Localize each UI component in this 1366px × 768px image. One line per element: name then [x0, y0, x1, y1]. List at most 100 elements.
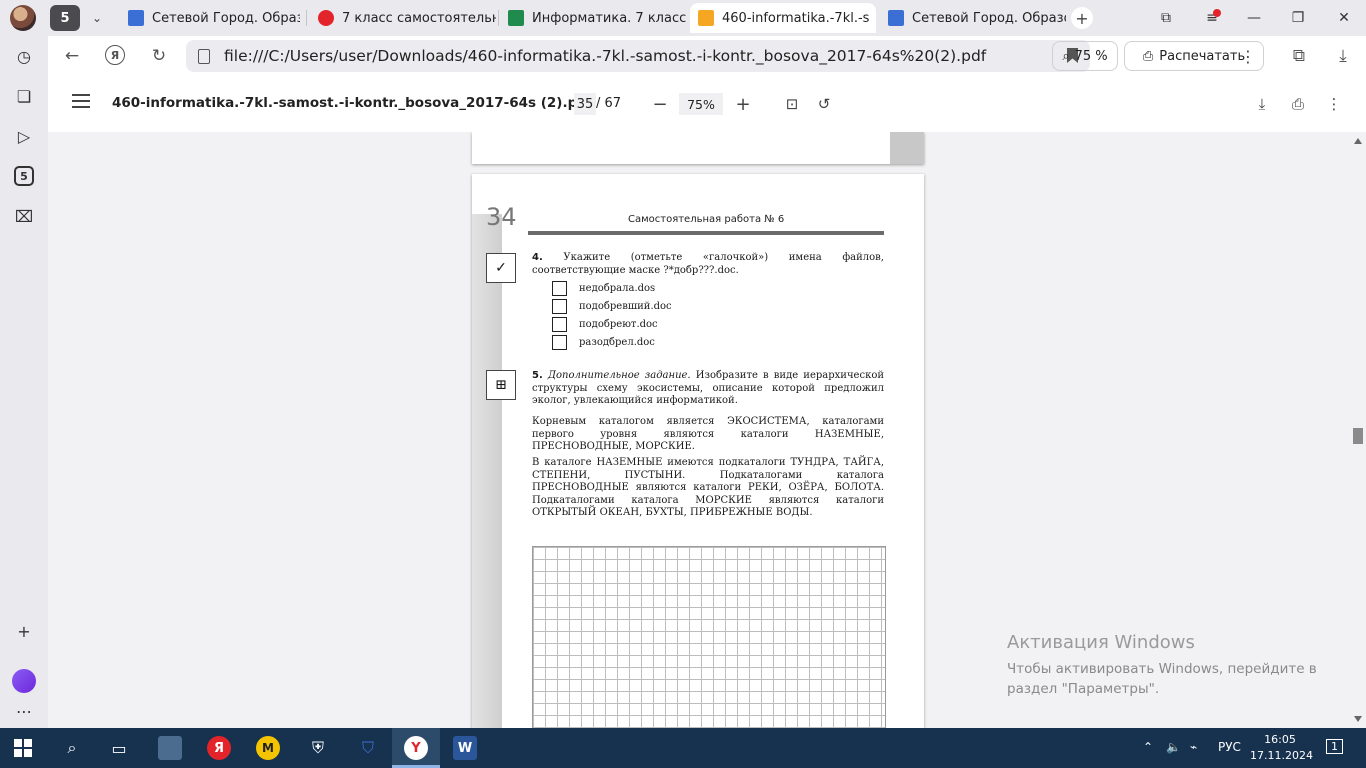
new-tab-button[interactable]: +: [1071, 7, 1093, 29]
chevron-down-icon[interactable]: ⌄: [86, 8, 108, 28]
search-icon[interactable]: ⌕: [60, 736, 84, 760]
url-bar[interactable]: file:///C:/Users/user/Downloads/460-info…: [186, 40, 1090, 72]
more-menu-icon[interactable]: ⋮: [1322, 92, 1346, 116]
header-rule: [528, 231, 884, 235]
option-label: разодбрел.doc: [579, 336, 655, 348]
yandex-logo-icon[interactable]: Я: [105, 45, 125, 65]
checkbox: [552, 316, 567, 332]
page-number: 34: [486, 203, 517, 231]
task-5-para-2: В каталоге НАЗЕМНЫЕ имеются подкаталоги …: [532, 457, 884, 518]
notifications-button[interactable]: 1: [1326, 739, 1343, 754]
task-4-text: 4. Укажите (отметьте «галочкой») имена ф…: [532, 252, 884, 277]
close-window-button[interactable]: ✕: [1330, 6, 1358, 30]
favicon-icon: [888, 10, 904, 26]
chevron-up-icon[interactable]: ⌃: [1143, 740, 1153, 754]
history-icon[interactable]: ◷: [13, 45, 35, 67]
option-label: недобрала.dos: [579, 282, 656, 294]
rotate-icon[interactable]: ↺: [812, 92, 836, 116]
browser-tab-bar: 5 ⌄ Сетевой Город. Образо 7 класс самост…: [0, 0, 1366, 36]
scroll-thumb[interactable]: [1353, 428, 1363, 444]
collections-panel-icon[interactable]: ⧉: [1288, 45, 1310, 67]
url-text[interactable]: file:///C:/Users/user/Downloads/460-info…: [224, 47, 986, 65]
pdf-filename: 460-informatika.-7kl.-samost.-i-kontr._b…: [112, 95, 593, 111]
tab-title: Сетевой Город. Образо: [152, 10, 300, 26]
hierarchy-task-icon: ⊞: [486, 370, 516, 400]
drawing-grid: [532, 546, 886, 728]
reload-icon[interactable]: ↻: [148, 45, 170, 67]
menu-icon[interactable]: ≡: [1198, 6, 1226, 30]
language-indicator[interactable]: РУС: [1218, 740, 1241, 754]
activation-title: Активация Windows: [1007, 632, 1195, 653]
tab-count-button[interactable]: 5: [50, 5, 80, 31]
yandex-icon: [318, 10, 334, 26]
download-icon[interactable]: ⤓: [1332, 45, 1354, 67]
tab-informatika[interactable]: Информатика. 7 класс.: [500, 3, 686, 33]
option-label: подобревший.doc: [579, 300, 672, 312]
clock-date: 17.11.2024: [1250, 749, 1313, 762]
collections-icon[interactable]: ⧉: [1152, 6, 1180, 30]
tab-setevoy-gorod-2[interactable]: Сетевой Город. Образо: [880, 3, 1066, 33]
alice-assistant-icon[interactable]: [12, 669, 36, 693]
hamburger-menu-icon[interactable]: [72, 94, 90, 108]
zoom-in-button[interactable]: +: [731, 92, 755, 116]
scroll-up-arrow[interactable]: [1354, 138, 1362, 144]
zoom-value-input[interactable]: 75%: [679, 93, 723, 115]
option-3: подобреют.doc: [552, 316, 658, 332]
word-icon[interactable]: W: [453, 736, 477, 760]
activation-text: Чтобы активировать Windows, перейдите в …: [1007, 661, 1317, 697]
security-shield-icon[interactable]: ⛉: [356, 736, 380, 760]
task-view-icon[interactable]: ▭: [107, 736, 131, 760]
shield-icon[interactable]: ⛨: [306, 736, 330, 760]
minimize-button[interactable]: —: [1240, 6, 1268, 30]
pdf-viewer[interactable]: 34 Самостоятельная работа № 6 ✓ 4. Укажи…: [48, 132, 1366, 728]
scroll-down-arrow[interactable]: [1354, 716, 1362, 722]
yandex-browser-icon[interactable]: Y: [404, 736, 428, 760]
clock[interactable]: 16:05 17.11.2024: [1250, 732, 1313, 764]
vertical-scrollbar[interactable]: [1350, 132, 1366, 728]
task-5-lead: Дополнительное задание.: [547, 370, 691, 381]
checkbox: [552, 280, 567, 296]
camera-icon[interactable]: ⌧: [13, 205, 35, 227]
file-icon: [198, 48, 210, 64]
restore-button[interactable]: ❐: [1284, 6, 1312, 30]
zoom-button[interactable]: ⌕ 75 %: [1052, 41, 1118, 71]
back-arrow-icon[interactable]: ←: [61, 45, 83, 67]
app-icon[interactable]: [158, 736, 182, 760]
printer-icon[interactable]: ⎙: [1286, 92, 1310, 116]
book-icon: [508, 10, 524, 26]
volume-icon[interactable]: 🔈: [1166, 740, 1181, 754]
page-number-input[interactable]: 35: [574, 93, 596, 115]
task-5-para-1: Корневым каталогом является ЭКОСИСТЕМА, …: [532, 416, 884, 452]
zoom-out-button[interactable]: −: [648, 92, 672, 116]
checkbox: [552, 334, 567, 350]
yandex-market-icon[interactable]: M: [256, 736, 280, 760]
yandex-icon[interactable]: Я: [207, 736, 231, 760]
collections-icon[interactable]: ❏: [13, 85, 35, 107]
browser-sidebar: ◷ ❏ ▷ 5 ⌧ + ⋯: [0, 36, 48, 728]
tab-7-klass[interactable]: 7 класс самостоятельны: [310, 3, 496, 33]
download-icon[interactable]: ⤓: [1250, 92, 1274, 116]
previous-page: [472, 132, 924, 164]
profile-avatar[interactable]: [10, 5, 36, 31]
notification-dot: [1213, 9, 1221, 17]
tab-title: Сетевой Город. Образо: [912, 10, 1066, 26]
checkbox: [552, 298, 567, 314]
fit-page-icon[interactable]: ⊡: [780, 92, 804, 116]
tab-title: 7 класс самостоятельны: [342, 10, 496, 26]
more-dots-icon[interactable]: ⋯: [13, 700, 35, 722]
windows-start-icon[interactable]: [11, 736, 35, 760]
task-5-text: 5. Дополнительное задание. Изобразите в …: [532, 370, 884, 408]
clock-time: 16:05: [1264, 733, 1296, 746]
option-4: разодбрел.doc: [552, 334, 655, 350]
pdf-toolbar: 460-informatika.-7kl.-samost.-i-kontr._b…: [48, 76, 1366, 132]
tab-pdf-active[interactable]: 460-informatika.-7kl.-s ✕: [690, 3, 876, 33]
pdf-page: 34 Самостоятельная работа № 6 ✓ 4. Укажи…: [472, 174, 924, 728]
add-icon[interactable]: +: [13, 620, 35, 642]
tab-count-icon[interactable]: 5: [14, 166, 34, 186]
play-icon[interactable]: ▷: [13, 125, 35, 147]
option-2: подобревший.doc: [552, 298, 672, 314]
checkmark-task-icon: ✓: [486, 253, 516, 283]
tab-setevoy-gorod-1[interactable]: Сетевой Город. Образо: [120, 3, 300, 33]
more-menu-icon[interactable]: ⋮: [1238, 45, 1258, 67]
network-icon[interactable]: ⌁: [1190, 740, 1197, 754]
